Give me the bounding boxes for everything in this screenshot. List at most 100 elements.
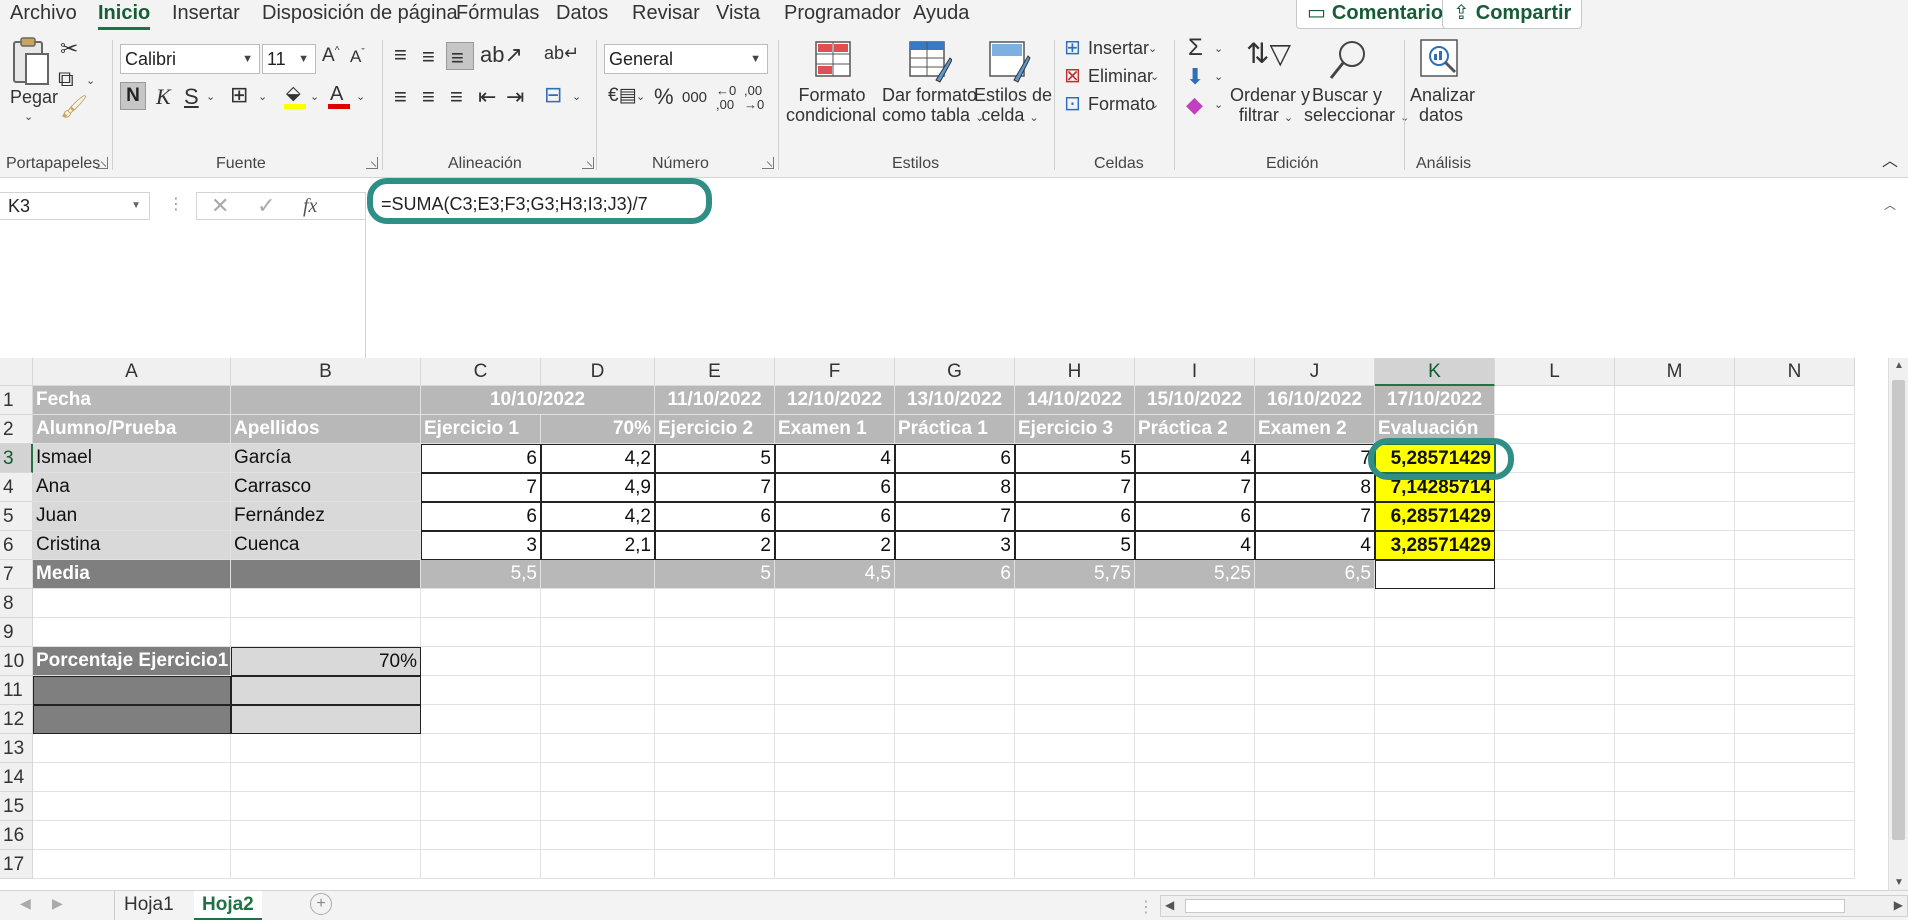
decrease-decimal-button[interactable]: ,00 →0 — [744, 84, 764, 112]
cell-m16[interactable] — [1615, 821, 1735, 850]
cell-h1[interactable]: 14/10/2022 — [1015, 386, 1135, 415]
cell-m3[interactable] — [1615, 444, 1735, 473]
currency-dropdown-icon[interactable]: ⌄ — [636, 90, 645, 103]
cell-g13[interactable] — [895, 734, 1015, 763]
column-header-n[interactable]: N — [1735, 358, 1855, 386]
font-name-select[interactable]: Calibri ▼ — [120, 44, 260, 74]
cell-l9[interactable] — [1495, 618, 1615, 647]
column-header-a[interactable]: A — [33, 358, 231, 386]
cell-i2[interactable]: Práctica 2 — [1135, 415, 1255, 444]
select-all-corner[interactable] — [0, 358, 33, 386]
cell-g12[interactable] — [895, 705, 1015, 734]
column-header-i[interactable]: I — [1135, 358, 1255, 386]
cell-h9[interactable] — [1015, 618, 1135, 647]
chevron-down-icon[interactable]: ⌄ — [1214, 42, 1223, 55]
row-header-9[interactable]: 9 — [0, 618, 33, 647]
h-scroll-thumb[interactable] — [1185, 899, 1845, 913]
cell-a3[interactable]: Ismael — [33, 444, 231, 473]
cell-c2[interactable]: Ejercicio 1 — [421, 415, 541, 444]
cell-a5[interactable]: Juan — [33, 502, 231, 531]
cell-h8[interactable] — [1015, 589, 1135, 618]
delete-cells-icon[interactable]: ⊠ — [1064, 66, 1081, 86]
add-sheet-icon[interactable]: + — [310, 893, 332, 915]
cell-k9[interactable] — [1375, 618, 1495, 647]
column-header-f[interactable]: F — [775, 358, 895, 386]
font-launcher-icon[interactable] — [366, 157, 378, 169]
cell-j16[interactable] — [1255, 821, 1375, 850]
vertical-scrollbar[interactable]: ▲ ▼ — [1888, 358, 1908, 890]
cell-b3[interactable]: García — [231, 444, 421, 473]
cell-a8[interactable] — [33, 589, 231, 618]
cell-h10[interactable] — [1015, 647, 1135, 676]
cell-d13[interactable] — [541, 734, 655, 763]
cell-h6[interactable]: 5 — [1015, 531, 1135, 560]
drag-handle-icon[interactable]: ⋮ — [168, 194, 184, 214]
cell-k1[interactable]: 17/10/2022 — [1375, 386, 1495, 415]
cell-i10[interactable] — [1135, 647, 1255, 676]
cell-n2[interactable] — [1735, 415, 1855, 444]
currency-icon[interactable]: €▤ — [608, 86, 637, 105]
cell-m7[interactable] — [1615, 560, 1735, 589]
cell-m17[interactable] — [1615, 850, 1735, 879]
orientation-icon[interactable]: ab↗ — [480, 44, 523, 66]
cell-h5[interactable]: 6 — [1015, 502, 1135, 531]
cell-a13[interactable] — [33, 734, 231, 763]
cell-k12[interactable] — [1375, 705, 1495, 734]
align-right-icon[interactable]: ≡ — [450, 86, 463, 108]
cell-c9[interactable] — [421, 618, 541, 647]
menu-archivo[interactable]: Archivo — [10, 0, 77, 30]
shrink-font-icon[interactable]: Aˇ — [350, 48, 365, 65]
cell-i12[interactable] — [1135, 705, 1255, 734]
cell-a12[interactable] — [33, 705, 231, 734]
cell-m14[interactable] — [1615, 763, 1735, 792]
cell-b5[interactable]: Fernández — [231, 502, 421, 531]
cell-b2[interactable]: Apellidos — [231, 415, 421, 444]
alignment-launcher-icon[interactable] — [582, 157, 594, 169]
chevron-down-icon[interactable]: ⌄ — [1150, 70, 1159, 83]
cell-e17[interactable] — [655, 850, 775, 879]
copy-dropdown-icon[interactable]: ⌄ — [86, 74, 95, 87]
column-header-e[interactable]: E — [655, 358, 775, 386]
cell-f14[interactable] — [775, 763, 895, 792]
row-header-16[interactable]: 16 — [0, 821, 33, 850]
cell-k16[interactable] — [1375, 821, 1495, 850]
cell-j9[interactable] — [1255, 618, 1375, 647]
row-header-17[interactable]: 17 — [0, 850, 33, 879]
cell-m13[interactable] — [1615, 734, 1735, 763]
cell-c12[interactable] — [421, 705, 541, 734]
cell-e14[interactable] — [655, 763, 775, 792]
cell-j8[interactable] — [1255, 589, 1375, 618]
paste-button[interactable]: Pegar ⌄ — [10, 36, 58, 123]
cell-l12[interactable] — [1495, 705, 1615, 734]
row-header-13[interactable]: 13 — [0, 734, 33, 763]
cell-d17[interactable] — [541, 850, 655, 879]
align-middle-icon[interactable]: ≡ — [422, 46, 435, 68]
cell-a9[interactable] — [33, 618, 231, 647]
cell-e15[interactable] — [655, 792, 775, 821]
cell-c6[interactable]: 3 — [421, 531, 541, 560]
cell-d12[interactable] — [541, 705, 655, 734]
cell-g3[interactable]: 6 — [895, 444, 1015, 473]
cell-n14[interactable] — [1735, 763, 1855, 792]
cell-k6[interactable]: 3,28571429 — [1375, 531, 1495, 560]
cell-m1[interactable] — [1615, 386, 1735, 415]
cell-f6[interactable]: 2 — [775, 531, 895, 560]
row-header-7[interactable]: 7 — [0, 560, 33, 589]
chevron-down-icon[interactable]: ⌄ — [1148, 42, 1157, 55]
horizontal-scrollbar[interactable]: ◀ ▶ — [1160, 895, 1908, 917]
cell-c5[interactable]: 6 — [421, 502, 541, 531]
cell-j3[interactable]: 7 — [1255, 444, 1375, 473]
cell-b4[interactable]: Carrasco — [231, 473, 421, 502]
cell-f17[interactable] — [775, 850, 895, 879]
cell-c13[interactable] — [421, 734, 541, 763]
cell-f15[interactable] — [775, 792, 895, 821]
cell-f13[interactable] — [775, 734, 895, 763]
cell-h14[interactable] — [1015, 763, 1135, 792]
cell-a15[interactable] — [33, 792, 231, 821]
cancel-icon[interactable]: ✕ — [211, 193, 229, 219]
column-header-c[interactable]: C — [421, 358, 541, 386]
cell-b7[interactable] — [231, 560, 421, 589]
cell-a14[interactable] — [33, 763, 231, 792]
cell-f2[interactable]: Examen 1 — [775, 415, 895, 444]
cell-e6[interactable]: 2 — [655, 531, 775, 560]
